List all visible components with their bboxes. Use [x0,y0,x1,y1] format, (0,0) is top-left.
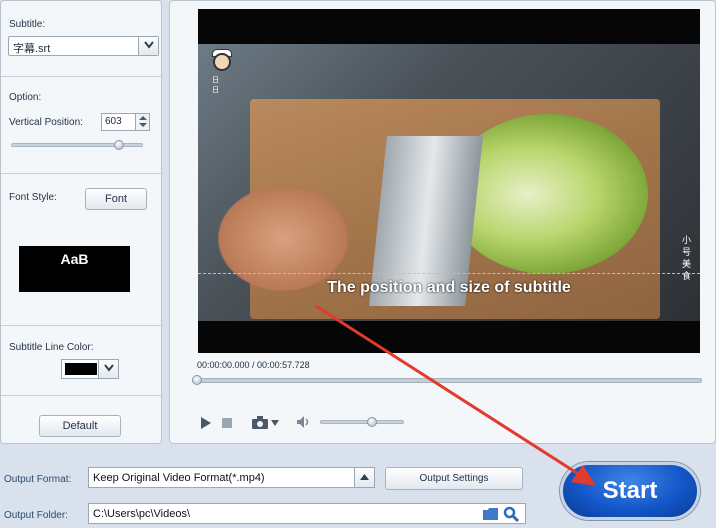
option-label: Option: [9,92,42,103]
subtitle-settings-panel: Subtitle: 字幕.srt Option: Vertical Positi… [0,0,162,444]
playback-progress-bar[interactable] [192,378,702,383]
divider [1,325,161,326]
subtitle-overlay-text: The position and size of subtitle [327,279,571,296]
video-preview-panel: 日 日 小 号 美 食 The position and size of sub… [169,0,716,444]
spinner-down-icon[interactable] [139,123,147,127]
chevron-down-icon [104,364,114,372]
font-style-label: Font Style: [9,192,57,203]
vertical-position-slider-thumb[interactable] [114,140,125,150]
divider [1,173,161,174]
output-format-label: Output Format: [4,474,72,485]
folder-icon[interactable] [483,508,498,520]
color-dropdown-arrow[interactable] [98,360,118,378]
subtitle-dropdown-arrow[interactable] [138,37,158,55]
output-folder-value: C:\Users\pc\Videos\ [93,508,191,520]
subtitle-file-select[interactable]: 字幕.srt [8,36,159,56]
channel-logo: 日 日 [210,49,234,94]
stop-icon[interactable] [222,418,232,428]
font-button[interactable]: Font [85,188,147,210]
playback-progress-thumb[interactable] [192,375,202,385]
volume-icon[interactable] [297,416,311,428]
spinner-buttons[interactable] [135,114,149,130]
snapshot-dropdown-icon[interactable] [271,420,279,426]
time-display: 00:00:00.000 / 00:00:57.728 [197,360,310,370]
vertical-position-label: Vertical Position: [9,117,83,128]
volume-slider-thumb[interactable] [367,417,378,427]
divider [1,76,161,77]
output-settings-button[interactable]: Output Settings [385,467,523,490]
volume-slider[interactable] [320,420,404,424]
spinner-up-icon[interactable] [139,116,147,120]
divider [1,395,161,396]
default-button[interactable]: Default [39,415,121,437]
logo-face [213,53,231,71]
vertical-watermark: 小 号 美 食 [682,235,692,281]
vertical-position-value: 603 [105,116,122,127]
subtitle-file-value: 字幕.srt [13,43,51,55]
subtitle-label: Subtitle: [9,19,46,30]
vertical-position-spinner[interactable]: 603 [101,113,150,131]
chevron-down-icon [144,41,154,49]
output-folder-field[interactable]: C:\Users\pc\Videos\ [88,503,526,524]
play-icon[interactable] [200,417,212,429]
output-format-select[interactable]: Keep Original Video Format(*.mp4) [88,467,375,488]
subtitle-line-color-label: Subtitle Line Color: [9,342,94,353]
output-format-value: Keep Original Video Format(*.mp4) [93,472,265,484]
start-button[interactable]: Start [560,462,700,520]
color-swatch-fill [65,363,97,375]
font-preview: AaB [19,246,130,292]
logo-text: 日 日 [212,77,222,94]
subtitle-position-line[interactable] [198,273,700,274]
search-icon[interactable] [503,506,519,522]
camera-icon[interactable] [252,416,268,429]
output-folder-label: Output Folder: [4,510,68,521]
chevron-up-icon [360,474,369,480]
video-frame: 日 日 小 号 美 食 The position and size of sub… [198,9,700,353]
subtitle-line-color-picker[interactable] [61,359,119,379]
output-format-toggle[interactable] [354,468,374,487]
